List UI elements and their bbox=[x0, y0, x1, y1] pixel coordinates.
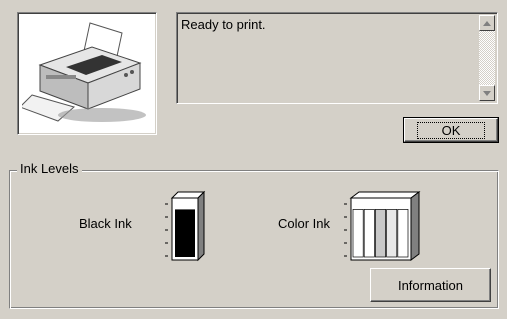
scroll-up-arrow-icon bbox=[483, 20, 491, 26]
color-ink-cartridge-fill bbox=[352, 209, 364, 258]
ok-button[interactable]: OK bbox=[404, 118, 498, 142]
ink-levels-title: Ink Levels bbox=[17, 161, 82, 176]
status-scrollbar[interactable] bbox=[479, 15, 495, 101]
status-message: Ready to print. bbox=[181, 17, 266, 32]
status-message-box: Ready to print. bbox=[176, 12, 498, 104]
ok-button-focus-frame: OK bbox=[403, 117, 499, 143]
information-button[interactable]: Information bbox=[370, 268, 491, 302]
color-ink-cartridge-fill bbox=[397, 209, 409, 258]
scroll-up-button[interactable] bbox=[479, 15, 495, 31]
black-ink-level-fill bbox=[175, 209, 195, 257]
color-ink-gauge bbox=[344, 191, 421, 261]
printer-image-frame bbox=[17, 12, 157, 135]
scroll-down-button[interactable] bbox=[479, 85, 495, 101]
scroll-down-arrow-icon bbox=[483, 90, 491, 96]
printer-icon bbox=[22, 22, 146, 122]
ok-button-label: OK bbox=[416, 121, 486, 139]
information-button-label: Information bbox=[397, 277, 464, 293]
black-ink-gauge bbox=[165, 190, 206, 262]
color-ink-cartridge-fill bbox=[375, 209, 386, 258]
color-ink-cartridge-fill bbox=[386, 209, 398, 258]
black-ink-label: Black Ink bbox=[79, 216, 132, 231]
color-ink-label: Color Ink bbox=[278, 216, 331, 231]
color-ink-cartridge-fill bbox=[363, 209, 375, 258]
